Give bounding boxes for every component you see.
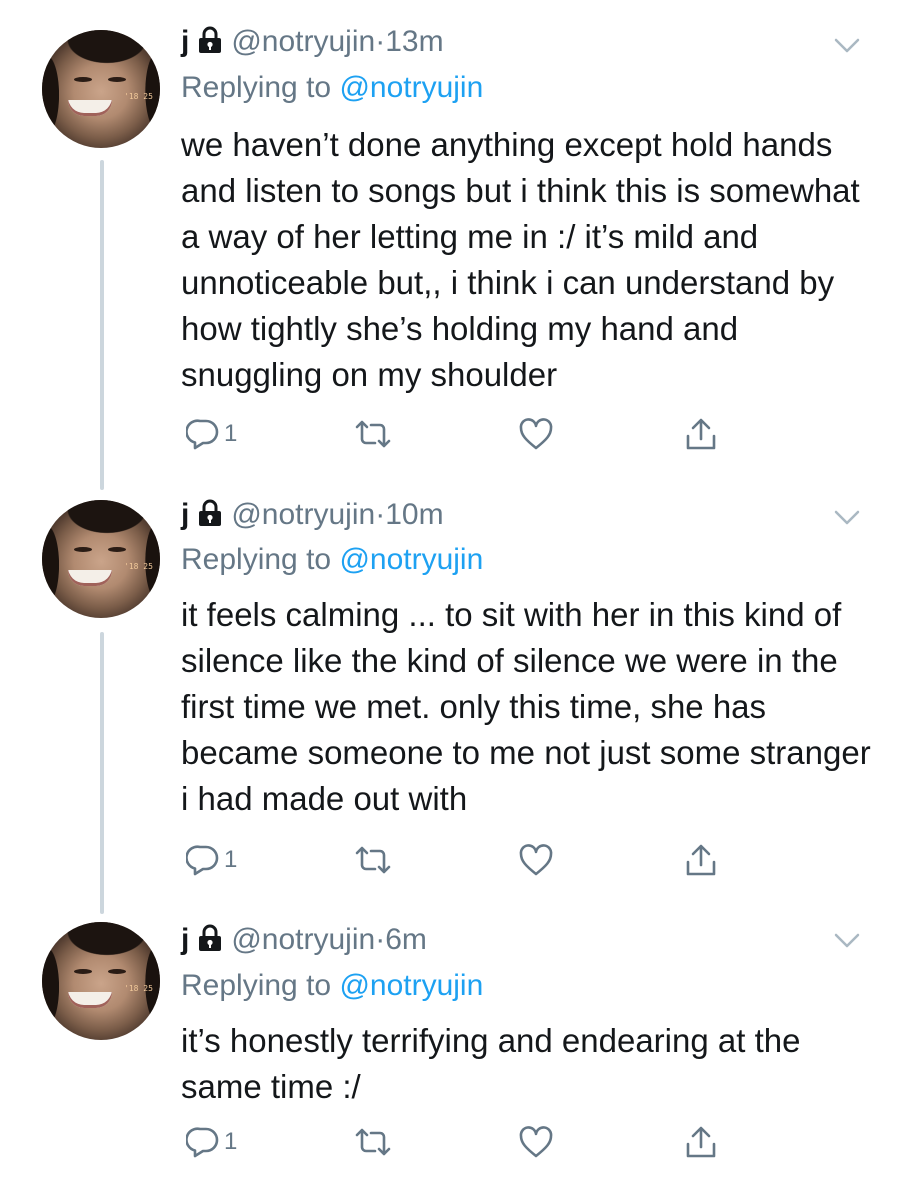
reply-count: 1 (224, 420, 238, 447)
tweet-header: j @notryujin·13m (181, 24, 444, 63)
tweet-actions: 1 (181, 414, 741, 454)
replying-to-line: Replying to @notryujin (181, 968, 483, 1004)
reply-icon (186, 1127, 219, 1158)
retweet-icon (355, 846, 391, 874)
timestamp[interactable]: 13m (385, 25, 443, 58)
share-icon (686, 844, 716, 876)
timestamp[interactable]: 10m (385, 498, 443, 531)
tweet[interactable]: '18 25 j @notryujin·10m Replying to @notr… (0, 480, 904, 900)
retweet-icon (355, 1128, 391, 1156)
replying-to-line: Replying to @notryujin (181, 70, 483, 106)
separator-dot: · (375, 498, 386, 531)
retweet-icon (355, 420, 391, 448)
reply-button[interactable]: 1 (186, 1122, 237, 1162)
replying-to-label: Replying to (181, 543, 332, 576)
replying-to-mention[interactable]: @notryujin (339, 969, 483, 1002)
chevron-down-icon[interactable] (834, 38, 860, 54)
like-button[interactable] (518, 414, 554, 454)
reply-button[interactable]: 1 (186, 414, 237, 454)
avatar[interactable]: '18 25 (42, 30, 160, 148)
user-handle[interactable]: @notryujin (231, 498, 375, 531)
chevron-down-icon[interactable] (834, 933, 860, 949)
like-icon (519, 418, 553, 450)
replying-to-line: Replying to @notryujin (181, 542, 483, 578)
separator-dot: · (375, 923, 386, 956)
separator-dot: · (375, 25, 386, 58)
like-button[interactable] (518, 840, 554, 880)
display-name[interactable]: j (181, 498, 189, 531)
user-handle[interactable]: @notryujin (231, 923, 375, 956)
tweet[interactable]: '18 25 j @notryujin·6m Replying to @notry… (0, 900, 904, 1200)
retweet-button[interactable] (353, 414, 393, 454)
share-button[interactable] (684, 840, 718, 880)
like-icon (519, 1126, 553, 1158)
share-icon (686, 1126, 716, 1158)
reply-count: 1 (224, 1128, 238, 1155)
tweet-text: it feels calming ... to sit with her in … (181, 596, 871, 817)
avatar[interactable]: '18 25 (42, 500, 160, 618)
avatar[interactable]: '18 25 (42, 922, 160, 1040)
reply-count: 1 (224, 846, 238, 873)
reply-icon (186, 845, 219, 876)
tweet-header: j @notryujin·6m (181, 922, 427, 961)
share-button[interactable] (684, 1122, 718, 1162)
chevron-down-icon[interactable] (834, 510, 860, 526)
display-name[interactable]: j (181, 923, 189, 956)
like-icon (519, 844, 553, 876)
display-name[interactable]: j (181, 25, 189, 58)
lock-icon (197, 26, 223, 63)
timestamp[interactable]: 6m (385, 923, 427, 956)
tweet[interactable]: '18 25 j @notryujin·13m Replying to @notr… (0, 0, 904, 480)
tweet-actions: 1 (181, 1122, 741, 1162)
tweet-actions: 1 (181, 840, 741, 880)
tweet-header: j @notryujin·10m (181, 497, 444, 536)
retweet-button[interactable] (353, 840, 393, 880)
lock-icon (197, 924, 223, 961)
reply-icon (186, 419, 219, 450)
replying-to-label: Replying to (181, 71, 332, 104)
share-icon (686, 418, 716, 450)
user-handle[interactable]: @notryujin (231, 25, 375, 58)
like-button[interactable] (518, 1122, 554, 1162)
lock-icon (197, 499, 223, 536)
replying-to-mention[interactable]: @notryujin (339, 543, 483, 576)
replying-to-mention[interactable]: @notryujin (339, 71, 483, 104)
reply-button[interactable]: 1 (186, 840, 237, 880)
retweet-button[interactable] (353, 1122, 393, 1162)
share-button[interactable] (684, 414, 718, 454)
tweet-text: it’s honestly terrifying and endearing a… (181, 1022, 801, 1105)
replying-to-label: Replying to (181, 969, 332, 1002)
tweet-text: we haven’t done anything except hold han… (181, 126, 860, 393)
